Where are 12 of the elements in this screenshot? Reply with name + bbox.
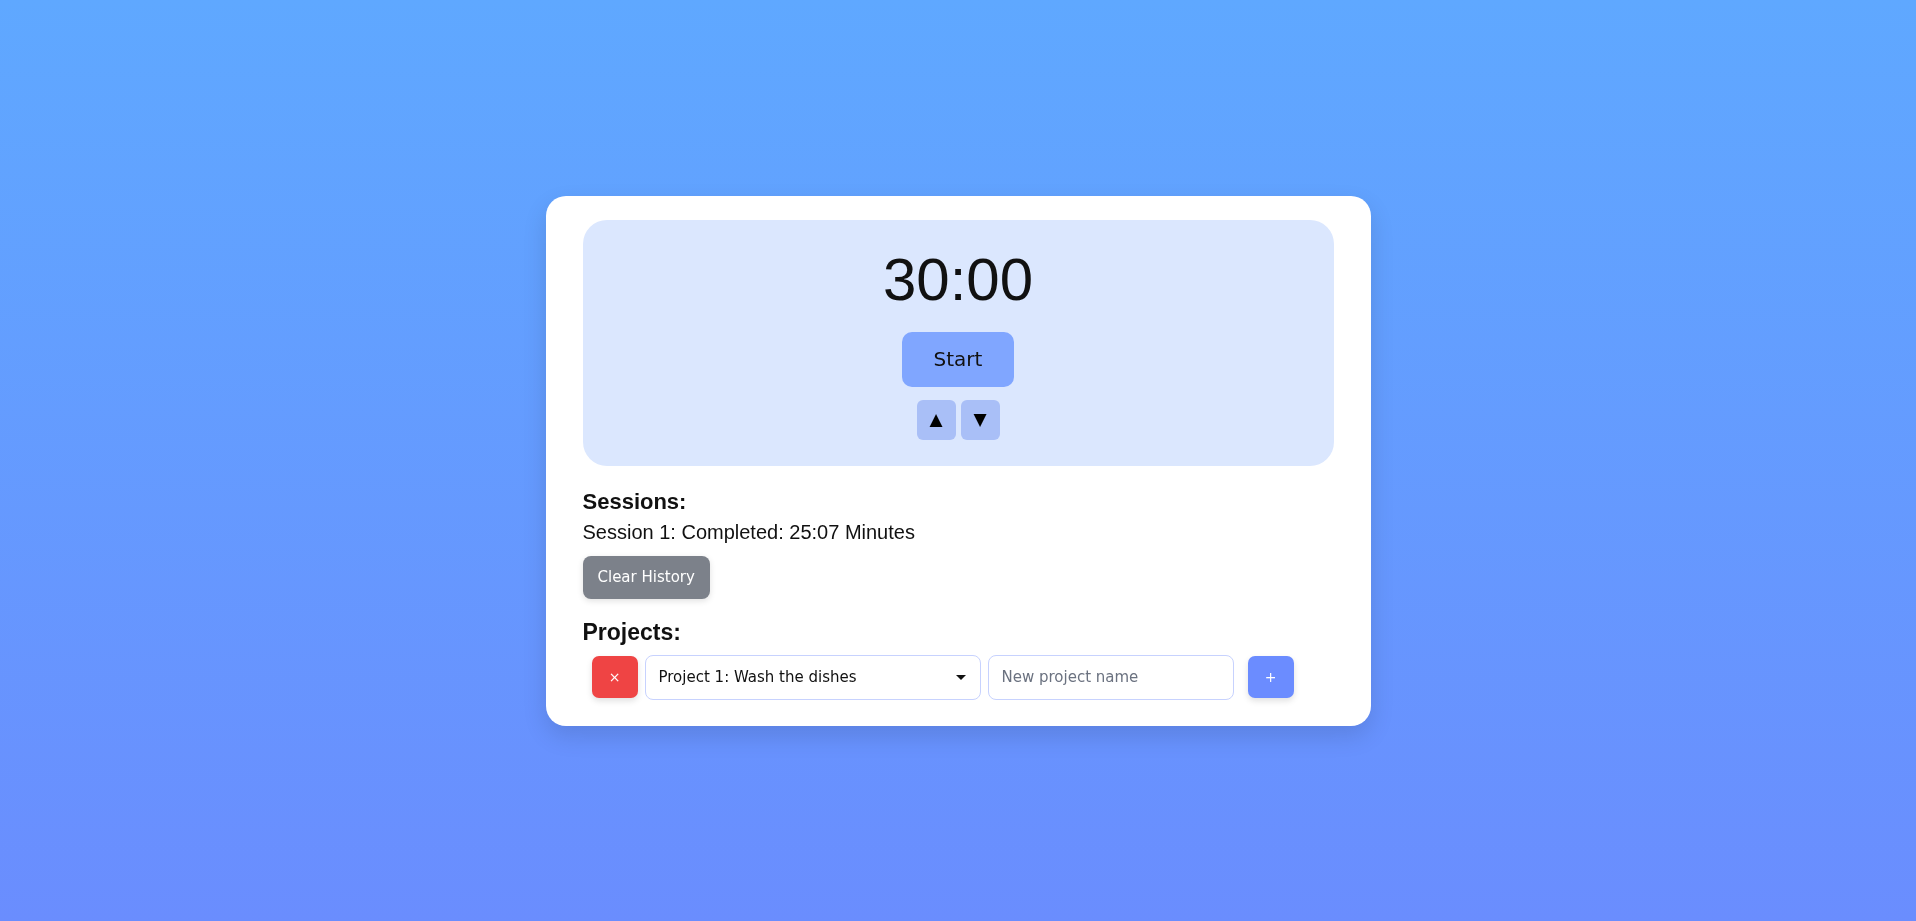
sessions-heading: Sessions:: [582, 488, 687, 514]
start-button[interactable]: Start: [902, 331, 1014, 387]
timer-display: 30:00: [882, 244, 1034, 314]
decrease-button[interactable]: ▼: [960, 399, 1000, 440]
project-select[interactable]: Project 1: Wash the dishes: [644, 654, 981, 700]
new-project-input[interactable]: New project name: [987, 654, 1234, 700]
projects-heading: Projects:: [582, 619, 681, 645]
increase-button[interactable]: ▲: [916, 399, 956, 440]
clear-history-button[interactable]: Clear History: [582, 555, 710, 599]
session-entry: Session 1: Completed: 25:07 Minutes: [582, 520, 915, 544]
caret-icon: [955, 674, 966, 680]
delete-project-button[interactable]: ×: [591, 656, 638, 698]
